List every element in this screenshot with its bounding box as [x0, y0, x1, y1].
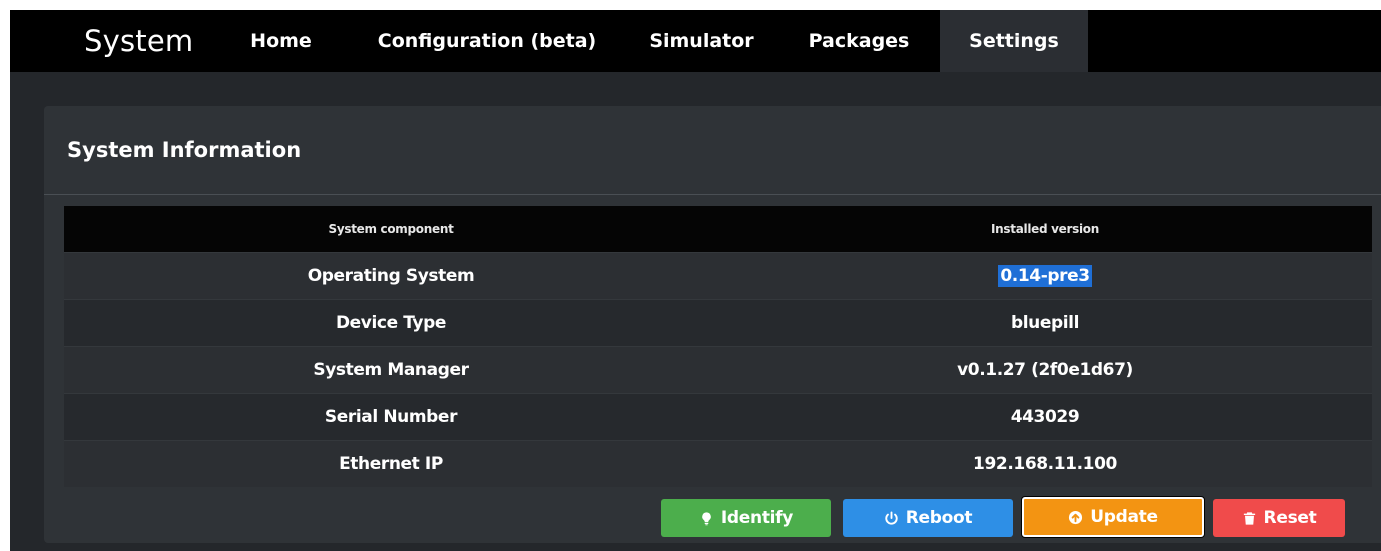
- lightbulb-icon: [699, 511, 714, 526]
- component-cell: Operating System: [307, 266, 475, 286]
- table-row: Device Type bluepill: [64, 299, 1372, 346]
- system-information-panel: System Information System component Inst…: [44, 106, 1381, 543]
- selected-text[interactable]: 0.14-pre3: [998, 265, 1092, 287]
- reset-label: Reset: [1263, 508, 1317, 528]
- component-cell: System Manager: [313, 360, 469, 380]
- upload-circle-icon: [1068, 510, 1083, 525]
- table-row: Serial Number 443029: [64, 393, 1372, 440]
- table-row: System Manager v0.1.27 (2f0e1d67): [64, 346, 1372, 393]
- trash-icon: [1242, 511, 1257, 526]
- version-cell: v0.1.27 (2f0e1d67): [957, 360, 1133, 380]
- column-header-component: System component: [328, 222, 454, 236]
- panel-heading: System Information: [44, 106, 1381, 195]
- reset-button[interactable]: Reset: [1213, 499, 1345, 537]
- update-button[interactable]: Update: [1022, 497, 1204, 537]
- nav-item-settings[interactable]: Settings: [940, 10, 1088, 72]
- panel-title: System Information: [67, 138, 302, 162]
- update-label: Update: [1090, 507, 1158, 527]
- nav-item-home[interactable]: Home: [240, 10, 322, 72]
- nav-item-configuration[interactable]: Configuration (beta): [352, 10, 622, 72]
- reboot-label: Reboot: [905, 508, 973, 528]
- power-icon: [884, 510, 899, 526]
- version-cell: 443029: [1010, 407, 1080, 427]
- table-row: Operating System 0.14-pre3: [64, 252, 1372, 299]
- reboot-button[interactable]: Reboot: [843, 499, 1013, 537]
- version-cell: 192.168.11.100: [973, 454, 1117, 474]
- component-cell: Device Type: [335, 313, 447, 333]
- version-cell: 0.14-pre3: [718, 253, 1372, 299]
- table-header: System component Installed version: [64, 206, 1372, 252]
- table-body: Operating System 0.14-pre3 Device Type b…: [64, 252, 1372, 487]
- table-row: Ethernet IP 192.168.11.100: [64, 440, 1372, 487]
- app-window: System Home Configuration (beta) Simulat…: [10, 10, 1381, 551]
- system-info-table: System component Installed version Opera…: [64, 206, 1372, 487]
- brand-title[interactable]: System: [84, 10, 193, 72]
- component-cell: Serial Number: [324, 407, 458, 427]
- version-cell: bluepill: [1010, 313, 1080, 333]
- component-cell: Ethernet IP: [339, 454, 443, 474]
- nav-item-simulator[interactable]: Simulator: [639, 10, 764, 72]
- column-header-version: Installed version: [991, 222, 1099, 236]
- identify-label: Identify: [720, 508, 794, 528]
- nav-item-packages[interactable]: Packages: [798, 10, 920, 72]
- identify-button[interactable]: Identify: [661, 499, 831, 537]
- top-navbar: System Home Configuration (beta) Simulat…: [10, 10, 1381, 72]
